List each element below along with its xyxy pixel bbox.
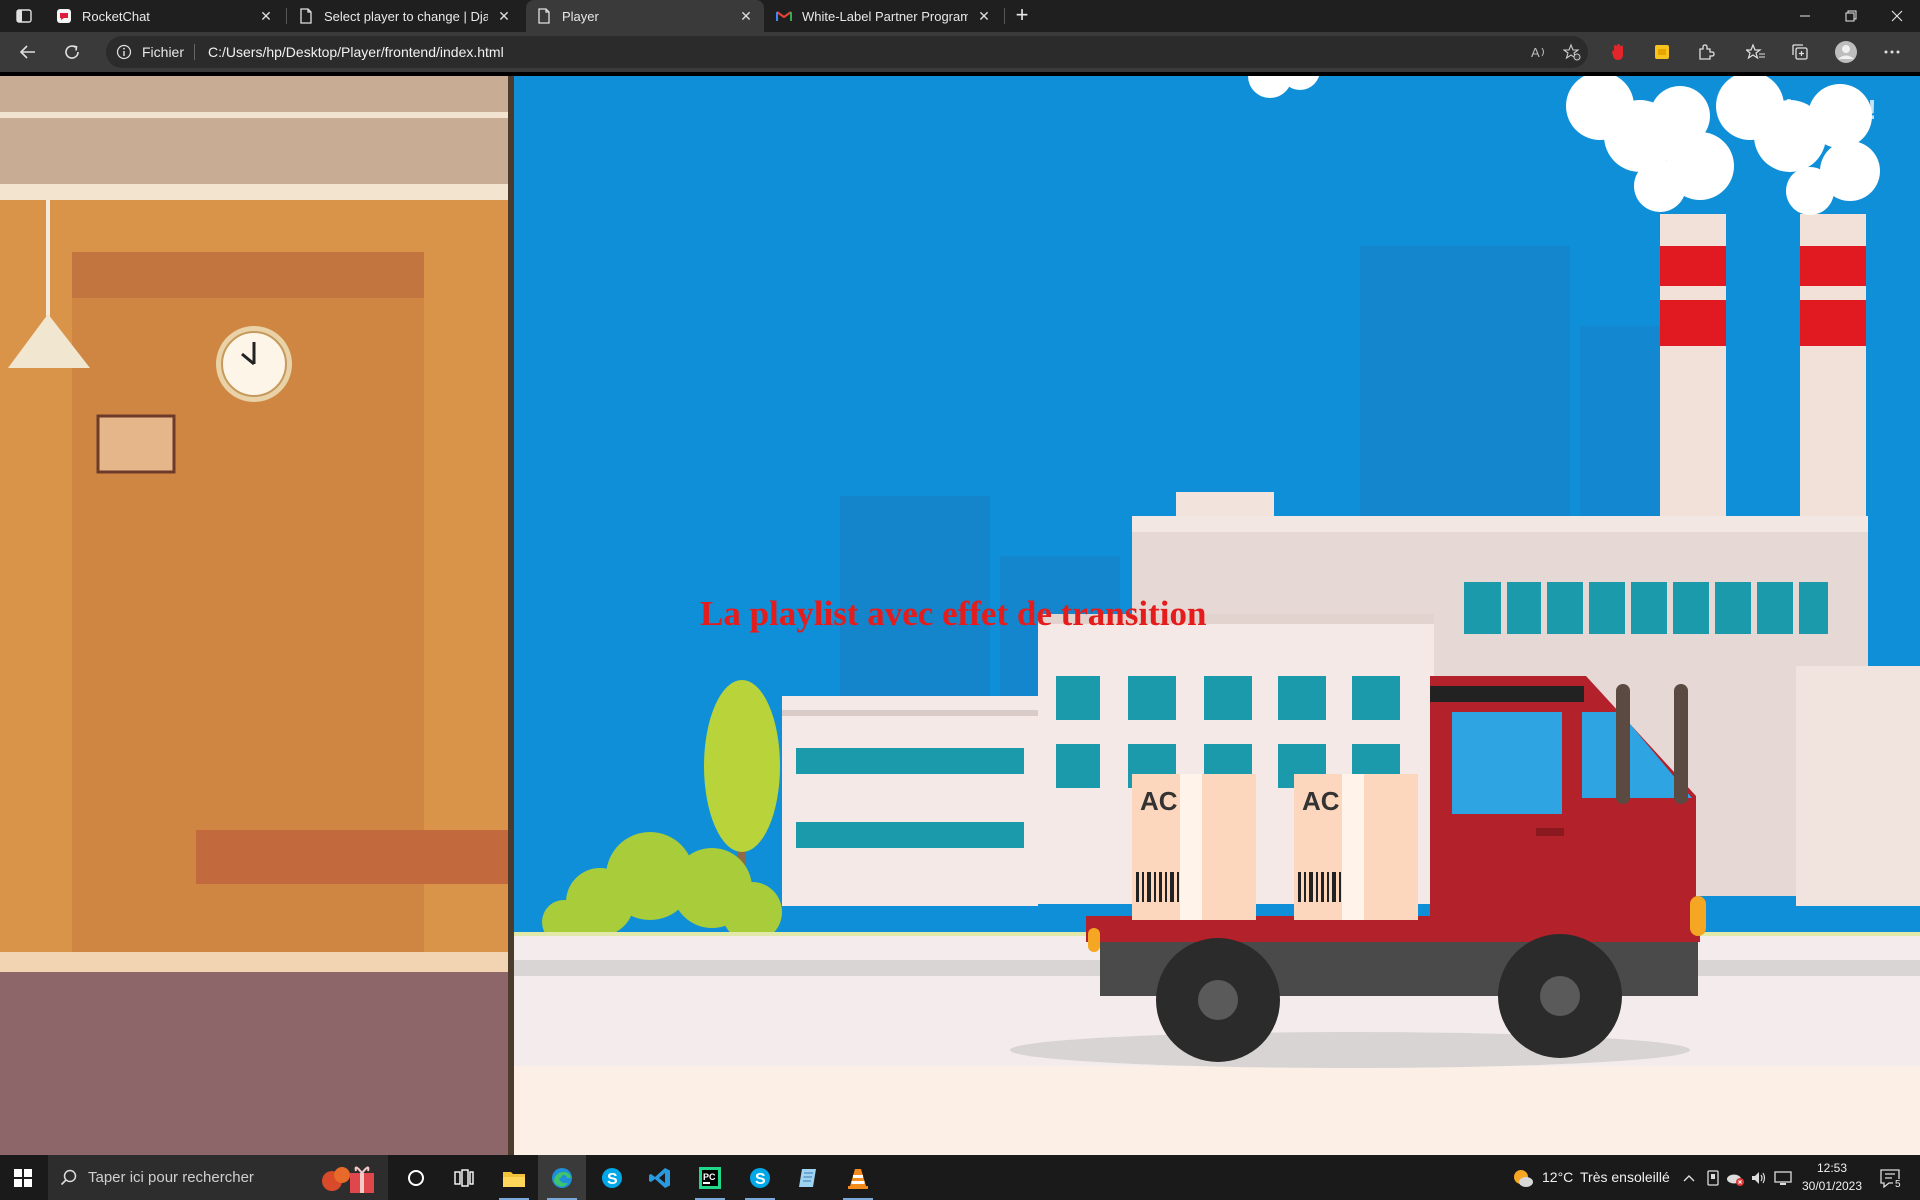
tab-actions-icon[interactable] (10, 6, 38, 26)
extension-stop-icon[interactable] (1606, 40, 1630, 64)
task-view-icon[interactable] (440, 1155, 488, 1200)
divider (194, 44, 195, 60)
clock-date: 30/01/2023 (1801, 1179, 1863, 1193)
chevron-up-icon[interactable] (1680, 1169, 1698, 1187)
tab-django-admin[interactable]: Select player to change | Django ✕ (288, 0, 522, 32)
network-icon[interactable] (1774, 1169, 1792, 1187)
close-icon[interactable]: ✕ (974, 6, 994, 26)
tab-title: Select player to change | Django (324, 8, 488, 24)
document-icon (536, 8, 552, 24)
new-tab-button[interactable]: + (1010, 4, 1034, 28)
notepad-icon[interactable] (784, 1155, 832, 1200)
extension-note-icon[interactable] (1650, 40, 1674, 64)
close-icon[interactable]: ✕ (256, 6, 276, 26)
vscode-icon[interactable] (636, 1155, 684, 1200)
search-placeholder: Taper ici pour rechercher (88, 1169, 254, 1186)
weather-description[interactable]: Très ensoleillé (1580, 1169, 1670, 1185)
clock-time: 12:53 (1816, 1161, 1848, 1175)
cargo-box-1: AC (1132, 774, 1256, 920)
pycharm-icon[interactable]: PC (686, 1155, 734, 1200)
tab-separator (1004, 8, 1005, 24)
file-explorer-icon[interactable] (490, 1155, 538, 1200)
tree (704, 680, 780, 852)
windows-start-icon[interactable] (0, 1155, 46, 1200)
weather-temperature[interactable]: 12°C (1542, 1169, 1573, 1185)
onedrive-error-icon[interactable] (1726, 1169, 1744, 1187)
back-icon[interactable] (14, 38, 42, 66)
cargo-box-2: AC (1294, 774, 1418, 920)
tab-title: Player (562, 8, 599, 24)
read-aloud-icon[interactable]: A (1530, 42, 1550, 62)
browser-toolbar: Fichier C:/Users/hp/Desktop/Player/front… (0, 32, 1920, 72)
weather-sun-icon[interactable] (1512, 1167, 1534, 1189)
svg-text:S: S (607, 1171, 618, 1188)
minimize-icon[interactable] (1782, 0, 1828, 32)
collections-icon[interactable] (1788, 40, 1812, 64)
more-options-icon[interactable] (1880, 40, 1904, 64)
close-icon[interactable]: ✕ (736, 6, 756, 26)
gift-icon (318, 1161, 384, 1195)
tab-strip: RocketChat ✕ Select player to change | D… (0, 0, 1920, 32)
page-title: La playlist avec effet de transition (700, 594, 1207, 633)
svg-text:A: A (1531, 45, 1540, 59)
tab-rocketchat[interactable]: RocketChat ✕ (46, 0, 284, 32)
device-icon[interactable] (1704, 1169, 1722, 1187)
tab-player[interactable]: Player ✕ (526, 0, 764, 32)
notification-count: 5 (1893, 1179, 1903, 1190)
taskbar: Taper ici pour rechercher S PC S 12°C Tr… (0, 1155, 1920, 1200)
gmail-icon (776, 8, 792, 24)
extensions-icon[interactable] (1694, 40, 1718, 64)
vlc-icon[interactable] (834, 1155, 882, 1200)
taskbar-search-box[interactable]: Taper ici pour rechercher (48, 1155, 388, 1200)
box-label: AC (1140, 786, 1178, 816)
tab-title: White-Label Partner Program - fo (802, 8, 968, 24)
edge-icon[interactable] (538, 1155, 586, 1200)
favorites-icon[interactable] (1744, 40, 1768, 64)
cortana-icon[interactable] (392, 1155, 440, 1200)
document-icon (298, 8, 314, 24)
url-text[interactable]: C:/Users/hp/Desktop/Player/frontend/inde… (208, 44, 504, 60)
close-window-icon[interactable] (1874, 0, 1920, 32)
info-icon[interactable] (116, 44, 132, 60)
rocketchat-icon (56, 8, 72, 24)
tab-gmail[interactable]: White-Label Partner Program - fo ✕ (766, 0, 1002, 32)
system-clock[interactable]: 12:53 30/01/2023 (1798, 1159, 1866, 1195)
scheme-label: Fichier (142, 44, 185, 60)
restore-icon[interactable] (1828, 0, 1874, 32)
refresh-icon[interactable] (58, 38, 86, 66)
tab-title: RocketChat (82, 8, 150, 24)
volume-icon[interactable] (1750, 1169, 1768, 1187)
skype-icon[interactable]: S (588, 1155, 636, 1200)
skype-icon[interactable]: S (736, 1155, 784, 1200)
close-icon[interactable]: ✕ (494, 6, 514, 26)
box-label: AC (1302, 786, 1340, 816)
address-bar[interactable]: Fichier C:/Users/hp/Desktop/Player/front… (106, 36, 1588, 68)
svg-text:S: S (755, 1171, 766, 1188)
search-icon (60, 1168, 78, 1186)
svg-text:PC: PC (703, 1172, 716, 1182)
add-favorite-icon[interactable] (1562, 42, 1582, 62)
picture-frame (96, 414, 176, 474)
profile-avatar[interactable] (1834, 40, 1858, 64)
tab-separator (286, 8, 287, 24)
edureka-watermark: edureka! (1760, 94, 1877, 125)
page-content: AC AC edureka! La playlist avec effet de… (0, 72, 1920, 1155)
